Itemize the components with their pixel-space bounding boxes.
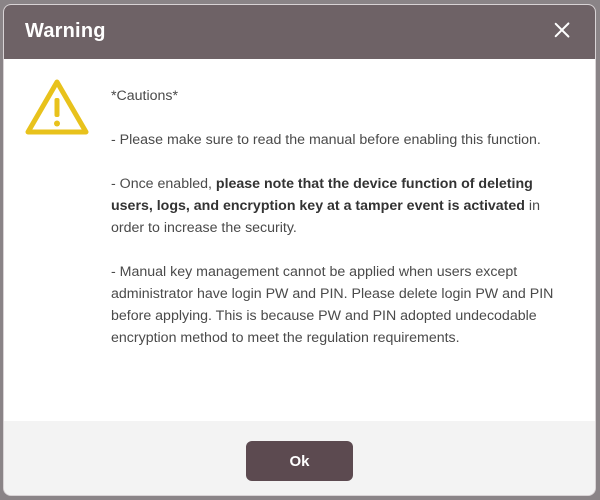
message-paragraph-2: - Once enabled, please note that the dev… bbox=[111, 173, 566, 239]
dialog-message: *Cautions* - Please make sure to read th… bbox=[111, 85, 566, 371]
message-paragraph-3: - Manual key management cannot be applie… bbox=[111, 264, 554, 346]
warning-triangle-icon bbox=[25, 79, 89, 135]
close-icon[interactable] bbox=[551, 19, 573, 41]
cautions-heading: *Cautions* bbox=[111, 88, 179, 104]
dialog-title: Warning bbox=[25, 20, 106, 42]
warning-dialog: Warning *Cautions* - Please make sure to… bbox=[3, 4, 596, 496]
dialog-titlebar: Warning bbox=[4, 5, 595, 59]
message-paragraph-1: - Please make sure to read the manual be… bbox=[111, 132, 541, 148]
ok-button[interactable]: Ok bbox=[246, 441, 353, 481]
para2-prefix: - Once enabled, bbox=[111, 176, 216, 192]
